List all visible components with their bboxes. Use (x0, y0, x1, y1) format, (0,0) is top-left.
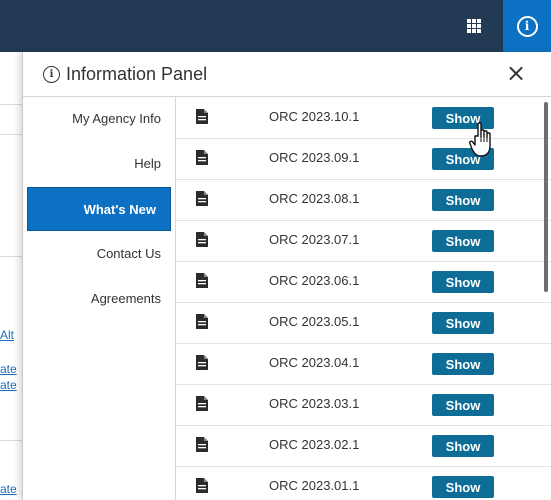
release-name: ORC 2023.09.1 (269, 150, 360, 165)
release-name: ORC 2023.10.1 (269, 109, 360, 124)
show-button[interactable]: Show (432, 476, 494, 498)
release-name: ORC 2023.03.1 (269, 396, 360, 411)
release-name: ORC 2023.06.1 (269, 273, 360, 288)
document-icon (196, 314, 208, 329)
close-button[interactable]: × (503, 60, 529, 86)
list-item: ORC 2023.04.1 Show (176, 343, 551, 385)
panel-title-group: i Information Panel (43, 64, 207, 85)
panel-title: Information Panel (66, 64, 208, 84)
show-button[interactable]: Show (432, 394, 494, 416)
list-item: ORC 2023.05.1 Show (176, 302, 551, 344)
hand-pointer-icon (469, 122, 491, 157)
list-item: ORC 2023.01.1 Show (176, 466, 551, 500)
info-panel-button[interactable]: i (503, 0, 551, 52)
document-icon (196, 355, 208, 370)
document-icon (196, 396, 208, 411)
top-navigation-bar: i (0, 0, 551, 52)
document-icon (196, 150, 208, 165)
document-icon (196, 191, 208, 206)
background-link[interactable]: ate (0, 362, 22, 376)
show-button[interactable]: Show (432, 230, 494, 252)
release-name: ORC 2023.05.1 (269, 314, 360, 329)
show-button[interactable]: Show (432, 353, 494, 375)
nav-item-whats-new[interactable]: What's New (27, 187, 171, 231)
document-icon (196, 109, 208, 124)
grid-icon (467, 19, 481, 33)
background-link[interactable]: Alt (0, 328, 22, 342)
show-button[interactable]: Show (432, 435, 494, 457)
list-item: ORC 2023.08.1 Show (176, 179, 551, 221)
release-name: ORC 2023.04.1 (269, 355, 360, 370)
background-link[interactable]: ate (0, 378, 22, 392)
show-button[interactable]: Show (432, 312, 494, 334)
document-icon (196, 478, 208, 493)
panel-side-nav: My Agency Info Help What's New Contact U… (23, 97, 176, 500)
document-icon (196, 232, 208, 247)
nav-item-my-agency-info[interactable]: My Agency Info (23, 97, 175, 141)
nav-item-agreements[interactable]: Agreements (23, 277, 175, 321)
background-link[interactable]: ate (0, 482, 22, 496)
info-icon: i (516, 15, 538, 37)
list-item: ORC 2023.02.1 Show (176, 425, 551, 467)
background-divider (0, 104, 22, 105)
show-button[interactable]: Show (432, 189, 494, 211)
panel-header: i Information Panel × (23, 52, 551, 97)
release-name: ORC 2023.01.1 (269, 478, 360, 493)
background-divider (0, 256, 22, 257)
background-divider (0, 440, 22, 441)
nav-item-help[interactable]: Help (23, 142, 175, 186)
nav-item-contact-us[interactable]: Contact Us (23, 232, 175, 276)
release-name: ORC 2023.08.1 (269, 191, 360, 206)
info-icon: i (43, 66, 60, 83)
list-item: ORC 2023.06.1 Show (176, 261, 551, 303)
background-divider (0, 134, 22, 135)
release-name: ORC 2023.02.1 (269, 437, 360, 452)
document-icon (196, 273, 208, 288)
scrollbar-thumb[interactable] (544, 102, 548, 292)
list-item: ORC 2023.07.1 Show (176, 220, 551, 262)
document-icon (196, 437, 208, 452)
apps-grid-button[interactable] (462, 14, 486, 38)
list-item: ORC 2023.03.1 Show (176, 384, 551, 426)
release-name: ORC 2023.07.1 (269, 232, 360, 247)
information-panel: i Information Panel × My Agency Info Hel… (22, 52, 551, 500)
show-button[interactable]: Show (432, 271, 494, 293)
